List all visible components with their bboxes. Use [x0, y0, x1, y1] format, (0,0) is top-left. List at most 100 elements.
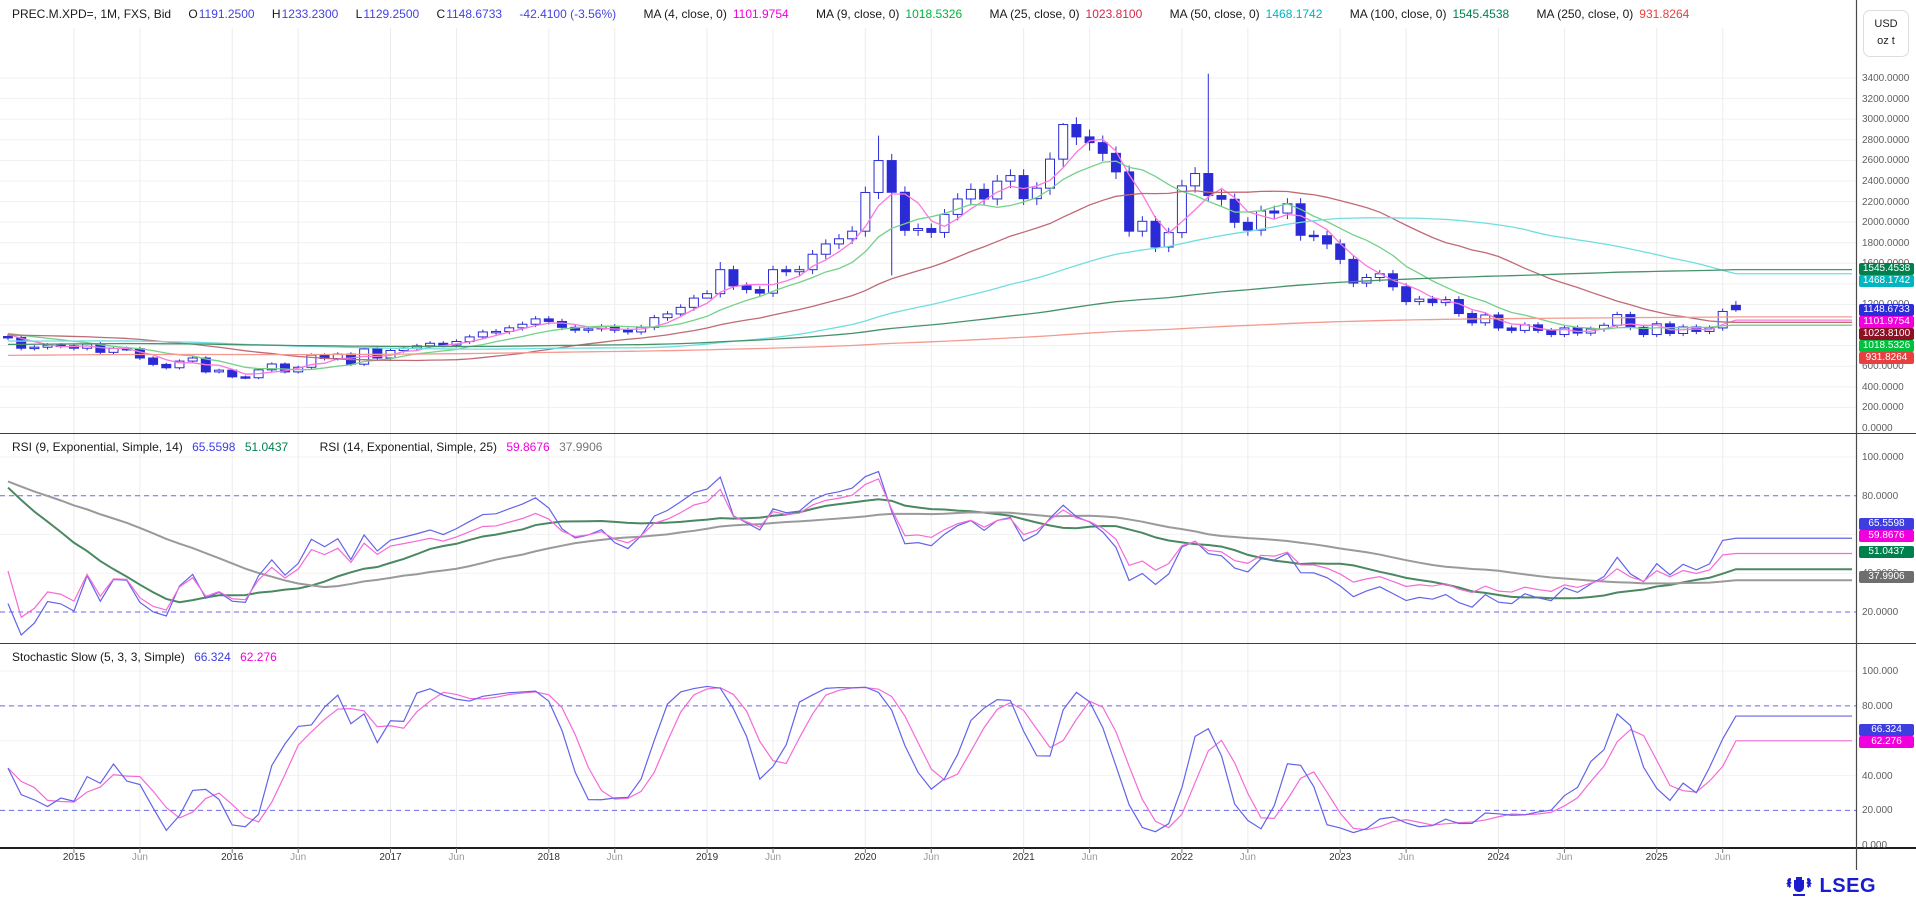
rsi-14-value: 59.8676 — [506, 440, 549, 454]
ma-9-legend-value: 1018.5326 — [905, 7, 962, 21]
open-value: 1191.2500 — [199, 7, 255, 21]
candle-body — [1072, 125, 1081, 137]
rsi-9-label[interactable]: RSI (9, Exponential, Simple, 14) — [12, 440, 183, 454]
candle-body — [1454, 300, 1463, 314]
candle-body — [953, 199, 962, 214]
candle-body — [1019, 176, 1028, 199]
rsi-9-signal-value: 51.0437 — [245, 440, 288, 454]
candle-body — [1323, 236, 1332, 244]
close-label: C — [437, 7, 446, 21]
candle-body — [795, 270, 804, 272]
high-value: 1233.2300 — [282, 7, 339, 21]
unit-label: oz t — [1864, 33, 1908, 50]
currency-label: USD — [1864, 16, 1908, 33]
stochastic-k-value: 66.324 — [194, 650, 231, 664]
ma-9-line — [8, 161, 1852, 370]
candle-body — [228, 370, 237, 377]
candle-body — [518, 324, 527, 328]
ma-100-legend-label[interactable]: MA (100, close, 0) — [1350, 7, 1447, 21]
candle-body — [1046, 159, 1055, 188]
candle-body — [1217, 196, 1226, 200]
candle-body — [1059, 125, 1068, 160]
ma-100-line — [8, 270, 1852, 347]
stochastic-d-value: 62.276 — [240, 650, 277, 664]
rsi-14-signal-value: 37.9906 — [559, 440, 602, 454]
candle-body — [1402, 287, 1411, 302]
candle-body — [716, 270, 725, 294]
candle-body — [1349, 259, 1358, 283]
stochastic-legend: Stochastic Slow (5, 3, 3, Simple) 66.324… — [12, 650, 277, 664]
candle-body — [940, 214, 949, 232]
candle-body — [1309, 235, 1318, 236]
close-value: 1148.6733 — [446, 7, 502, 21]
lseg-crest-icon — [1784, 874, 1814, 898]
low-label: L — [356, 7, 363, 21]
ma-50-legend-value: 1468.1742 — [1266, 7, 1323, 21]
rsi-14-line — [8, 479, 1852, 617]
stoch-d-line — [8, 688, 1852, 830]
rsi-14-label[interactable]: RSI (14, Exponential, Simple, 25) — [320, 440, 497, 454]
ma-25-legend-label[interactable]: MA (25, close, 0) — [990, 7, 1080, 21]
candle-body — [755, 290, 764, 294]
candle-body — [1125, 172, 1134, 231]
candle-body — [1006, 176, 1015, 182]
candle-body — [914, 229, 923, 231]
candle-body — [1138, 221, 1147, 231]
candle-body — [188, 358, 197, 361]
candle-body — [808, 254, 817, 269]
ma-4-legend-label[interactable]: MA (4, close, 0) — [643, 7, 726, 21]
lseg-wordmark: LSEG — [1820, 875, 1876, 898]
high-label: H — [272, 7, 281, 21]
candle-body — [782, 270, 791, 272]
candle-body — [1164, 233, 1173, 247]
candle-body — [663, 314, 672, 318]
candle-body — [1085, 137, 1094, 143]
ma-4-legend-value: 1101.9754 — [733, 7, 789, 21]
low-value: 1129.2500 — [363, 7, 419, 21]
candle-body — [1191, 174, 1200, 186]
ma-4-line — [8, 139, 1852, 374]
candle-body — [215, 370, 224, 372]
ma-250-legend-value: 931.8264 — [1639, 7, 1689, 21]
candle-body — [1270, 211, 1279, 213]
candle-body — [426, 343, 435, 346]
candle-body — [1626, 315, 1635, 328]
candle-body — [676, 307, 685, 314]
candle-body — [874, 161, 883, 193]
lseg-logo: LSEG — [1784, 874, 1876, 898]
candle-body — [1098, 143, 1107, 154]
candle-body — [1468, 314, 1477, 323]
candle-body — [1415, 299, 1424, 301]
candle-body — [980, 189, 989, 199]
candle-body — [821, 244, 830, 254]
candle-body — [1243, 222, 1252, 230]
ma-9-legend-label[interactable]: MA (9, close, 0) — [816, 7, 899, 21]
change-value: -42.4100 (-3.56%) — [519, 7, 616, 21]
candle-body — [544, 319, 553, 322]
ma-25-line — [8, 191, 1852, 361]
rsi-legend: RSI (9, Exponential, Simple, 14) 65.5598… — [12, 440, 602, 454]
ma-250-line — [8, 317, 1852, 356]
main-chart-legend: PREC.M.XPD=, 1M, FXS, Bid O1191.2500 H12… — [12, 7, 1689, 21]
candle-body — [703, 294, 712, 298]
instrument-title[interactable]: PREC.M.XPD=, 1M, FXS, Bid — [12, 7, 171, 21]
candle-body — [492, 331, 501, 332]
candle-body — [966, 189, 975, 199]
rsi-9-value: 65.5598 — [192, 440, 235, 454]
candle-body — [1428, 299, 1437, 303]
ma-25-legend-value: 1023.8100 — [1086, 7, 1143, 21]
candle-body — [1151, 221, 1160, 247]
ma-100-legend-value: 1545.4538 — [1452, 7, 1509, 21]
candle-body — [729, 270, 738, 286]
candle-body — [1547, 330, 1556, 334]
candle-body — [241, 377, 250, 378]
candle-body — [1257, 211, 1266, 230]
candle-body — [927, 229, 936, 233]
stochastic-label[interactable]: Stochastic Slow (5, 3, 3, Simple) — [12, 650, 185, 664]
ma-50-legend-label[interactable]: MA (50, close, 0) — [1170, 7, 1260, 21]
candle-body — [135, 349, 144, 358]
candle-body — [623, 330, 632, 332]
axis-unit-box[interactable]: USD oz t — [1863, 10, 1909, 57]
ma-250-legend-label[interactable]: MA (250, close, 0) — [1537, 7, 1634, 21]
candle-body — [1507, 328, 1516, 330]
